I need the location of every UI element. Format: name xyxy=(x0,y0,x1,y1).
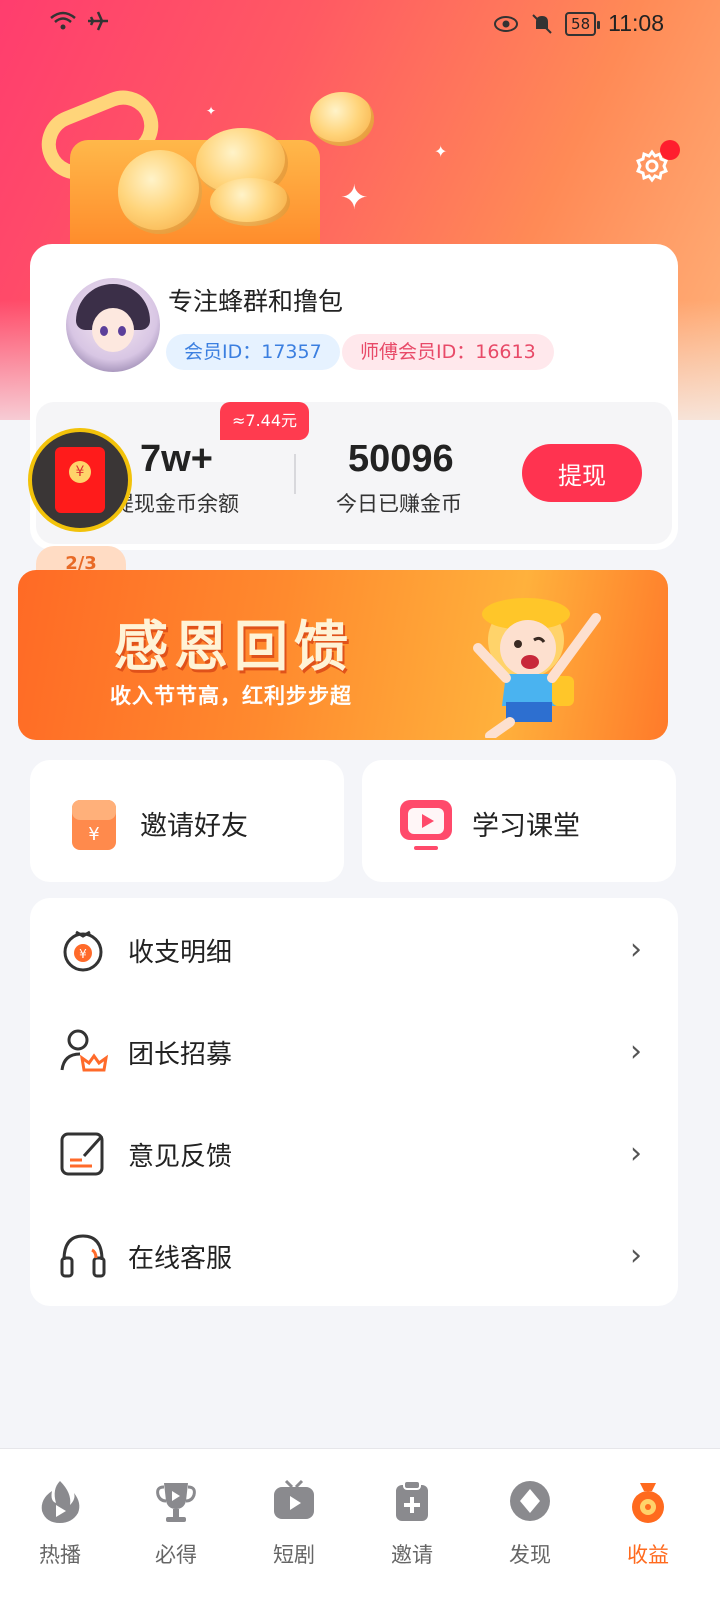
menu-item-label: 在线客服 xyxy=(128,1244,233,1274)
learning-class-label: 学习课堂 xyxy=(472,811,580,842)
bottom-navigation: 热播 必得 短剧 邀请 发现 收益 xyxy=(0,1448,720,1600)
red-envelope-icon xyxy=(55,447,105,513)
stat-divider xyxy=(294,454,296,494)
headset-icon xyxy=(60,1234,106,1278)
wifi-icon xyxy=(50,11,76,30)
avatar-eye xyxy=(118,326,126,336)
invite-friends-label: 邀请好友 xyxy=(140,811,248,842)
avatar-face xyxy=(92,308,134,352)
withdraw-button[interactable]: 提现 xyxy=(522,444,642,502)
estimate-badge: ≈7.44元 xyxy=(220,402,310,440)
tab-must-win[interactable]: 必得 xyxy=(116,1469,236,1579)
status-bar: 58 11:08 xyxy=(0,0,720,46)
tab-label: 邀请 xyxy=(391,1543,433,1567)
menu-list: ¥ 收支明细 › 团长招募 › 意见反馈 › 在线客服 › xyxy=(30,898,678,1306)
chevron-right-icon: › xyxy=(630,932,642,967)
cheering-kid-illustration xyxy=(473,598,601,738)
avatar[interactable] xyxy=(66,278,160,372)
menu-item-online-service[interactable]: 在线客服 › xyxy=(30,1204,678,1306)
coin-illustration xyxy=(310,92,374,146)
menu-item-label: 收支明细 xyxy=(128,938,233,968)
chevron-right-icon: › xyxy=(630,1034,642,1069)
mute-bell-icon xyxy=(532,13,552,34)
invite-friends-card[interactable]: ¥ 邀请好友 xyxy=(30,760,344,882)
clipboard-plus-icon xyxy=(396,1480,428,1521)
menu-item-label: 意见反馈 xyxy=(128,1142,233,1172)
tab-earnings[interactable]: 收益 xyxy=(588,1469,708,1579)
tab-invite[interactable]: 邀请 xyxy=(352,1469,472,1579)
eye-icon xyxy=(494,15,519,32)
master-id-tag: 师傅会员ID：16613 xyxy=(342,334,554,370)
status-left xyxy=(50,10,110,32)
menu-item-team-leader-recruit[interactable]: 团长招募 › xyxy=(30,1000,678,1102)
money-bag-icon: ¥ xyxy=(63,930,103,972)
menu-item-feedback[interactable]: 意见反馈 › xyxy=(30,1102,678,1204)
today-earned-value: 50096 xyxy=(348,438,454,480)
sparkle-icon: ✦ xyxy=(206,104,217,118)
tv-play-icon xyxy=(274,1479,314,1519)
tab-label: 热播 xyxy=(39,1543,81,1567)
promo-banner[interactable]: 感恩回馈 收入节节高，红利步步超 xyxy=(18,570,668,740)
svg-text:¥: ¥ xyxy=(88,824,99,845)
tab-label: 收益 xyxy=(627,1543,669,1567)
today-earned-label: 今日已赚金币 xyxy=(336,492,462,516)
feedback-edit-icon xyxy=(60,1132,104,1176)
tab-label: 发现 xyxy=(509,1543,551,1567)
tab-discover[interactable]: 发现 xyxy=(470,1469,590,1579)
tab-label: 短剧 xyxy=(273,1543,315,1567)
sparkle-icon: ✦ xyxy=(434,142,448,161)
tab-hot[interactable]: 热播 xyxy=(0,1469,120,1579)
avatar-eye xyxy=(100,326,108,336)
coin-illustration xyxy=(210,178,290,226)
trophy-icon xyxy=(156,1483,196,1522)
banner-title: 感恩回馈 xyxy=(114,615,354,678)
member-id-tag: 会员ID：17357 xyxy=(166,334,340,370)
menu-item-label: 团长招募 xyxy=(128,1040,233,1070)
nickname: 专注蜂群和撸包 xyxy=(168,287,344,316)
menu-item-income-details[interactable]: ¥ 收支明细 › xyxy=(30,898,678,1000)
svg-text:¥: ¥ xyxy=(79,947,87,961)
flame-icon xyxy=(41,1481,80,1523)
status-right: 58 11:08 xyxy=(493,10,664,37)
red-envelope-float-button[interactable] xyxy=(28,428,132,532)
user-crown-icon xyxy=(60,1029,108,1072)
airplane-icon xyxy=(88,11,108,31)
money-pouch-icon xyxy=(632,1483,664,1523)
video-play-icon xyxy=(400,800,452,850)
learning-class-card[interactable]: 学习课堂 xyxy=(362,760,676,882)
sparkle-icon: ✦ xyxy=(340,178,369,218)
settings-button[interactable] xyxy=(632,140,680,186)
profile-card: 专注蜂群和撸包 会员ID：17357 师傅会员ID：16613 ≈7.44元 7… xyxy=(30,244,678,550)
red-envelope-icon: ¥ xyxy=(72,800,116,850)
notification-dot xyxy=(660,140,680,160)
compass-icon xyxy=(510,1481,550,1521)
battery-indicator: 58 xyxy=(565,11,601,36)
coin-illustration xyxy=(118,150,202,234)
chevron-right-icon: › xyxy=(630,1136,642,1171)
withdrawable-value: 7w+ xyxy=(140,438,213,480)
tab-label: 必得 xyxy=(155,1543,197,1567)
chevron-right-icon: › xyxy=(630,1238,642,1273)
tab-short-drama[interactable]: 短剧 xyxy=(234,1469,354,1579)
banner-subtitle: 收入节节高，红利步步超 xyxy=(110,684,352,708)
clock: 11:08 xyxy=(608,10,664,36)
